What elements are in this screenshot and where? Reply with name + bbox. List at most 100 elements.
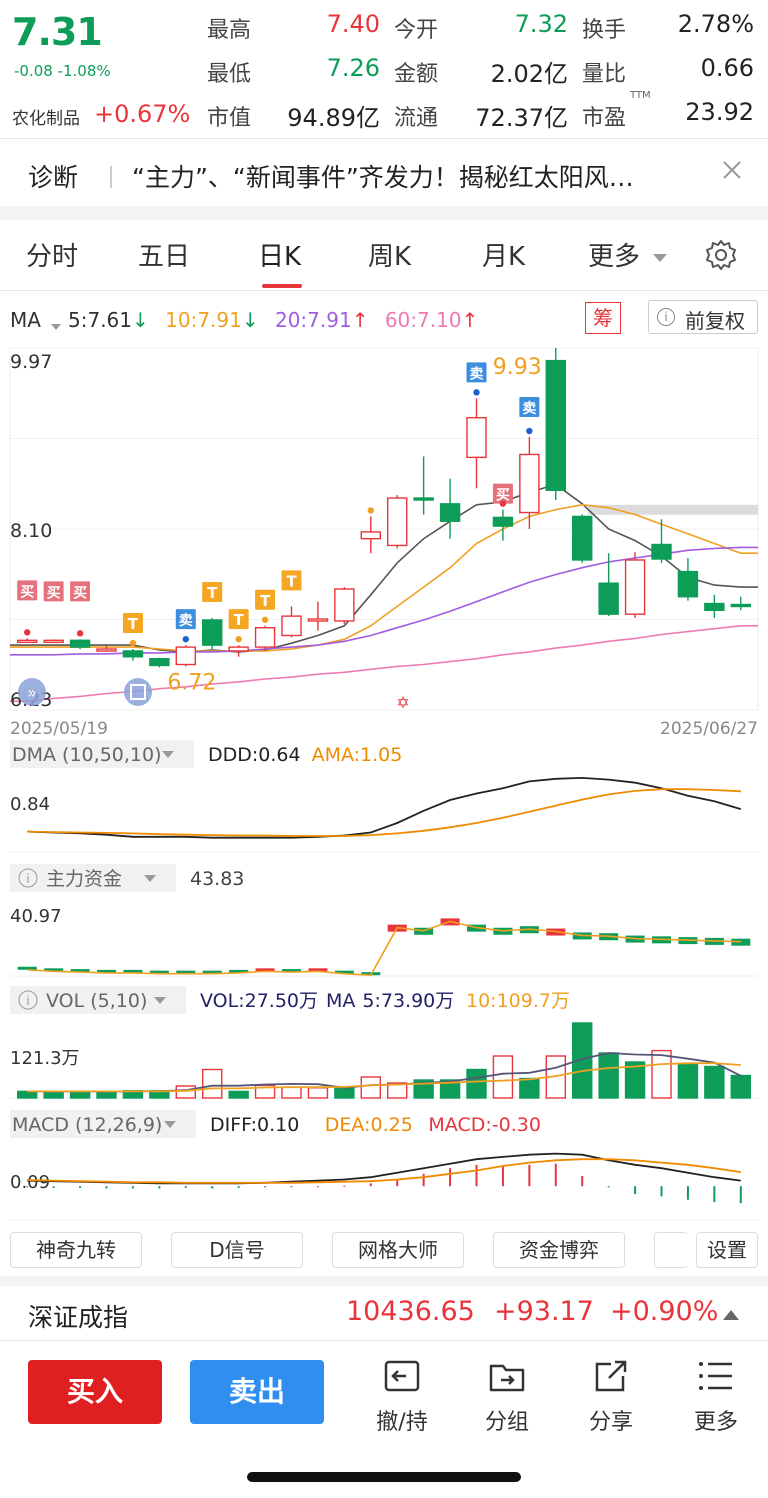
volume-bar xyxy=(598,1052,619,1099)
candle-body xyxy=(439,503,461,522)
signal-dot xyxy=(526,427,533,435)
ma-values: 5:7.61↓ 10:7.91↓ 20:7.91↑ 60:7.10↑ xyxy=(68,308,478,332)
candle-body xyxy=(466,416,487,459)
signal-dot xyxy=(182,635,189,643)
candle-body xyxy=(572,515,593,561)
stock-chart[interactable]: 9.978.106.232025/05/192025/06/279.936.72… xyxy=(0,340,768,1230)
tool-settings-button[interactable]: 设置 xyxy=(696,1232,758,1268)
nav-more-label: 更多 xyxy=(693,1410,738,1435)
candle-body xyxy=(281,615,302,637)
low-label: 最低 xyxy=(207,62,252,87)
folder-icon xyxy=(489,1364,525,1392)
signal-badge-label: T xyxy=(234,611,245,629)
nav-cancel-hold-label: 撤/持 xyxy=(376,1410,428,1435)
high-label: 最高 xyxy=(207,18,252,43)
diagnosis-label[interactable]: 诊断 xyxy=(28,158,78,194)
nav-group[interactable]: 分组 xyxy=(467,1356,547,1436)
macd-bar xyxy=(79,1186,82,1188)
nav-group-label: 分组 xyxy=(484,1410,529,1435)
grid-master-button[interactable]: 网格大师 xyxy=(332,1232,464,1268)
chevron-down-icon[interactable] xyxy=(652,248,668,267)
volume-bar xyxy=(228,1090,249,1099)
gear-icon[interactable] xyxy=(704,238,738,272)
volume-bar xyxy=(519,1077,540,1099)
tab-intraday[interactable]: 分时 xyxy=(26,236,78,273)
candle-body xyxy=(545,359,566,491)
indicator-legend: DIFF:0.10 xyxy=(210,1114,299,1136)
star-icon: ✡ xyxy=(396,693,409,712)
signal-badge-label: T xyxy=(286,572,297,590)
tab-monthly-k[interactable]: 月K xyxy=(482,236,525,273)
info-icon-glyph: i xyxy=(26,872,29,886)
open-value: 7.32 xyxy=(514,10,568,38)
current-price: 7.31 xyxy=(12,10,103,54)
macd-bar xyxy=(26,1186,29,1188)
expand-up-icon[interactable] xyxy=(722,1306,740,1325)
index-pct: +0.90% xyxy=(610,1296,719,1327)
ma-line-ma20 xyxy=(10,546,758,656)
market-cap-label: 市值 xyxy=(207,106,252,131)
macd-bar xyxy=(316,1186,319,1188)
indicator-y-tick: 121.3万 xyxy=(10,1048,80,1069)
ma5-value: 5:7.61 xyxy=(68,308,132,332)
ma60-value: 60:7.10 xyxy=(384,308,462,332)
nav-share-label: 分享 xyxy=(588,1410,633,1435)
market-cap-value: 94.89亿 xyxy=(287,104,380,132)
price-change: -0.08 -1.08% xyxy=(14,62,111,80)
volume-bar xyxy=(466,1068,487,1099)
close-icon[interactable] xyxy=(718,156,746,184)
index-name[interactable]: 深证成指 xyxy=(28,1298,128,1334)
candle-body xyxy=(122,650,144,658)
tab-weekly-k[interactable]: 周K xyxy=(368,236,411,273)
signal-dot xyxy=(76,630,84,637)
signal-dot xyxy=(473,389,480,396)
high-annotation: 9.93 xyxy=(493,355,542,380)
fund-game-button[interactable]: 资金博弈 xyxy=(493,1232,625,1268)
candle-body xyxy=(43,639,64,644)
sell-button[interactable]: 卖出 xyxy=(190,1360,324,1424)
sector-label[interactable]: 农化制品 xyxy=(12,104,80,129)
ma-line-ma60 xyxy=(10,625,758,703)
macd-bar xyxy=(52,1186,55,1188)
candle-body xyxy=(598,582,619,615)
d-signal-button[interactable]: D信号 xyxy=(171,1232,303,1268)
nav-more[interactable]: 更多 xyxy=(676,1356,756,1436)
candle-body xyxy=(149,658,170,667)
macd-bar xyxy=(554,1163,557,1187)
adjust-label: 前复权 xyxy=(685,309,745,333)
candle-body xyxy=(730,603,751,608)
nav-share[interactable]: 分享 xyxy=(571,1356,651,1436)
signal-dot xyxy=(367,507,374,514)
nav-cancel-hold[interactable]: 撤/持 xyxy=(362,1356,442,1436)
tab-more[interactable]: 更多 xyxy=(588,236,640,273)
menu-icon xyxy=(699,1362,732,1390)
buy-button[interactable]: 买入 xyxy=(28,1360,162,1424)
volume-bar xyxy=(43,1090,64,1099)
candle-body xyxy=(624,559,646,615)
candle-body xyxy=(307,618,329,622)
pe-value: 23.92 xyxy=(685,98,754,126)
tab-five-day[interactable]: 五日 xyxy=(138,236,190,273)
chip-distribution-button[interactable]: 筹 xyxy=(585,302,621,334)
tab-daily-k[interactable]: 日K xyxy=(258,236,301,273)
candle-body xyxy=(96,648,117,652)
volume-bar xyxy=(334,1087,355,1099)
signal-badge-label: 买 xyxy=(73,585,87,601)
macd-bar xyxy=(739,1186,742,1204)
news-separator xyxy=(110,166,112,188)
indicator-title: DMA (10,50,10) xyxy=(12,744,162,766)
macd-bar xyxy=(211,1186,214,1189)
macd-bar xyxy=(634,1186,637,1195)
macd-bar xyxy=(581,1176,584,1187)
y-tick-mid: 8.10 xyxy=(10,520,52,542)
indicator-legend: VOL:27.50万 xyxy=(200,990,318,1012)
ma-label[interactable]: MA xyxy=(10,308,41,332)
news-headline[interactable]: “主力”、“新闻事件”齐发力！揭秘红太阳风… xyxy=(132,158,712,194)
ma-dropdown-icon[interactable] xyxy=(50,316,62,335)
macd-bar xyxy=(105,1186,108,1189)
magic-nine-button[interactable]: 神奇九转 xyxy=(10,1232,142,1268)
sector-change: +0.67% xyxy=(94,100,191,128)
adjust-button[interactable]: i 前复权 xyxy=(648,300,758,334)
tool-more-button[interactable] xyxy=(654,1232,688,1268)
candle-body xyxy=(175,646,196,666)
